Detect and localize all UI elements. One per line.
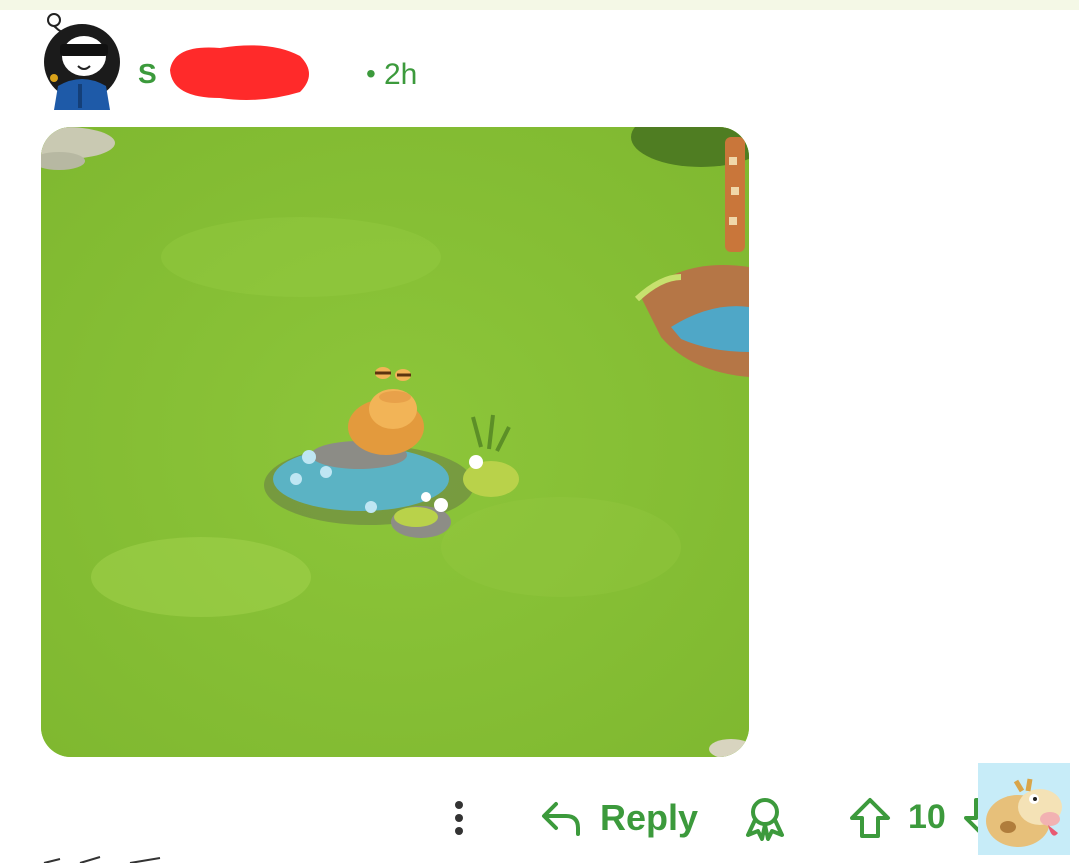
more-vertical-icon [455,801,463,835]
award-icon [746,798,784,841]
next-comment-stub [43,856,161,863]
cow-avatar-overlay [978,763,1070,855]
reply-arrow-icon [542,802,580,836]
redaction-scribble [170,45,309,100]
user-avatar[interactable] [40,12,124,112]
timestamp: 2h [384,58,418,91]
award-button[interactable] [742,795,788,841]
comment-image[interactable] [41,127,749,757]
top-strip [0,0,1079,10]
meta-separator: • [366,58,376,89]
reply-label: Reply [600,797,699,838]
upvote-button[interactable] [848,796,892,840]
more-options-button[interactable] [442,796,476,840]
reply-button[interactable]: Reply [540,792,698,844]
upvote-arrow-icon [850,798,890,838]
vote-score: 10 [908,798,946,836]
